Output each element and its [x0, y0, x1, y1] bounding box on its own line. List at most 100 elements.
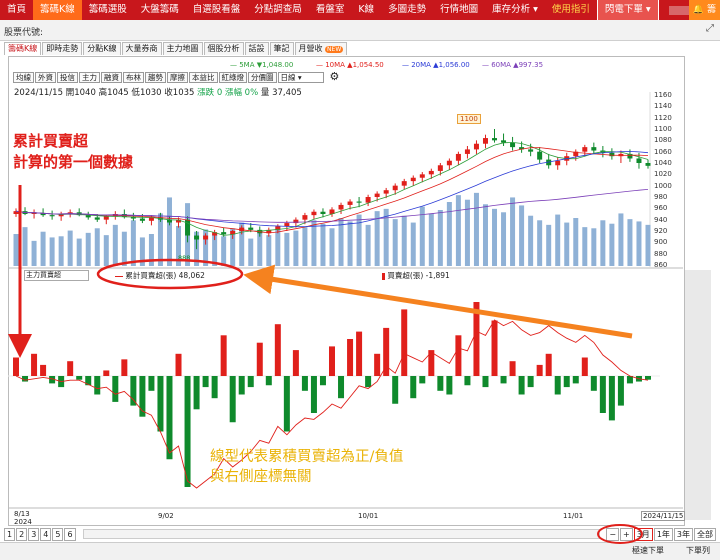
toolbar-btn-2[interactable]: 投信 [57, 72, 78, 83]
toolbar-btn-9[interactable]: 紅綠燈 [218, 72, 247, 83]
nav-item-0[interactable]: 首頁 [0, 0, 33, 20]
subtab-7[interactable]: 筆記 [269, 42, 294, 55]
change-value: 漲跌 0 [197, 88, 223, 98]
page-4[interactable]: 4 [40, 527, 52, 541]
annotation-line-meaning: 線型代表累積買賣超為正/負值 與右側座標無關 [210, 447, 403, 487]
y-tick-1000: 1000 [654, 181, 672, 190]
page-5[interactable]: 5 [52, 527, 64, 541]
nav-item-10[interactable]: 庫存分析 ▾ [485, 0, 545, 20]
toolbar-btn-10[interactable]: 分價圖 [248, 72, 277, 83]
y-tick-1080: 1080 [654, 136, 672, 145]
annotation-bottom-line2: 與右側座標無關 [210, 469, 312, 485]
nav-item-6[interactable]: 看盤室 [309, 0, 352, 20]
toolbar-btn-8[interactable]: 本益比 [189, 72, 218, 83]
nav-item-4[interactable]: 自選股看盤 [186, 0, 248, 20]
page-6[interactable]: 6 [64, 527, 76, 541]
scrollbar[interactable] [82, 529, 601, 539]
range-1y[interactable]: 1年 [653, 527, 673, 541]
daily-legend-label: 買賣超(張) -1,891 [387, 271, 450, 280]
toolbar-btn-4[interactable]: 融資 [101, 72, 122, 83]
quick-order-button[interactable]: 極速下單 [632, 545, 664, 556]
page-1[interactable]: 1 [4, 527, 16, 541]
toolbar-btn-0[interactable]: 均線 [13, 72, 34, 83]
toolbar-btn-7[interactable]: 摩擦 [167, 72, 188, 83]
high-value: 1045 [107, 88, 129, 98]
annotation-line1: 累計買賣超 [13, 132, 89, 150]
period-select[interactable]: 日線 ▾ [277, 72, 324, 83]
range-3y[interactable]: 3年 [673, 527, 693, 541]
subtab-5[interactable]: 個股分析 [203, 42, 244, 55]
subtab-8[interactable]: 月營收 NEW [294, 42, 348, 55]
quote-date: 2024/11/15 [14, 88, 63, 98]
x-first-date: 8/13 2024 [14, 510, 32, 526]
page-2[interactable]: 2 [16, 527, 28, 541]
toolbar-btn-3[interactable]: 主力 [79, 72, 100, 83]
x-label-oct: 10/01 [358, 512, 379, 520]
nav-item-11[interactable]: 使用指引 [545, 0, 597, 20]
y-tick-1100: 1100 [654, 125, 672, 133]
x-label-sep: 9/02 [158, 512, 174, 520]
indicator-select[interactable]: 主力買賣超 [24, 270, 89, 281]
subtab-0[interactable]: 籌碼K線 [4, 42, 42, 55]
gear-icon[interactable]: ⚙ [330, 71, 340, 83]
new-badge: NEW [325, 46, 344, 53]
right-blurred-panel [685, 270, 711, 520]
ma-legend-3: — 60MA ▲997.35 [482, 61, 544, 69]
x-last-date: 2024/11/15 [641, 511, 686, 521]
nav-item-3[interactable]: 大盤籌碼 [134, 0, 186, 20]
pct-value: 漲幅 0% [224, 88, 259, 98]
cum-legend: 累計買賣超(張) 48,062 [115, 270, 205, 281]
toolbar-btn-6[interactable]: 趨勢 [145, 72, 166, 83]
pager-bar: 123456 − + 3月 1年 3年 全部 [0, 527, 720, 541]
y-tick-980: 980 [654, 193, 668, 201]
nav-item-8[interactable]: 多圖走勢 [381, 0, 433, 20]
y-tick-960: 960 [654, 204, 668, 213]
top-nav: 首頁 籌碼K線 籌碼選股 大盤籌碼 自選股看盤 分點調查局 看盤室 K線 多圖走勢 行情地圖 庫存分… [0, 0, 720, 35]
x-label-nov: 11/01 [563, 512, 584, 520]
quote-line: 2024/11/15 開1040 高1045 低1030 收1035 漲跌 0 … [14, 86, 302, 98]
y-tick-900: 900 [654, 238, 668, 247]
toolbar-btn-1[interactable]: 外資 [35, 72, 56, 83]
close-value: 1035 [172, 88, 195, 98]
y-tick-1040: 1040 [654, 159, 672, 167]
subtab-3[interactable]: 大量券商 [121, 42, 162, 55]
blurred-account [668, 5, 689, 15]
nav-item-9[interactable]: 行情地圖 [433, 0, 485, 20]
low-value: 1030 [139, 88, 162, 98]
order-row-button[interactable]: 下單列 [686, 545, 710, 556]
open-value: 1040 [74, 88, 96, 98]
subtab-2[interactable]: 分點K線 [83, 42, 121, 55]
nav-item-1[interactable]: 籌碼K線 [33, 0, 82, 20]
order-bar: 極速下單 下單列 [0, 542, 720, 560]
subtab-1[interactable]: 即時走勢 [42, 42, 83, 55]
page-3[interactable]: 3 [28, 527, 40, 541]
stock-code-label: 股票代號: [4, 28, 44, 38]
low-label: 低 [131, 88, 140, 98]
page-buttons: 123456 [4, 527, 77, 541]
x-first-day: 8/13 [14, 510, 30, 518]
nav-item-5[interactable]: 分點調查局 [247, 0, 309, 20]
zoom-out-button[interactable]: − [606, 527, 620, 541]
zoom-in-button[interactable]: + [620, 527, 633, 541]
bell-button[interactable]: 🔔 籌碼 [688, 0, 720, 35]
open-label: 開 [65, 88, 75, 98]
y-tick-1060: 1060 [654, 147, 672, 156]
subtab-6[interactable]: 話設 [244, 42, 269, 55]
high-label: 高 [98, 88, 108, 98]
nav-item-7[interactable]: K線 [351, 0, 381, 20]
annotation-line2: 計算的第一個數據 [13, 153, 134, 171]
subtab-4[interactable]: 主力地圖 [162, 42, 203, 55]
range-all[interactable]: 全部 [694, 527, 716, 541]
y-tick-1020: 1020 [654, 170, 672, 179]
y-tick-880: 880 [654, 249, 668, 258]
ma-legend-2: — 20MA ▲1,056.00 [402, 61, 470, 69]
range-3m[interactable]: 3月 [633, 527, 653, 541]
nav-item-2[interactable]: 籌碼選股 [82, 0, 134, 20]
toolbar-btn-5[interactable]: 布林 [123, 72, 144, 83]
indicator-select-value: 主力買賣超 [26, 271, 61, 279]
ma-legend-1: — 10MA ▲1,054.50 [316, 61, 384, 69]
expand-icon[interactable]: ⤢ [706, 23, 714, 34]
daily-legend: 買賣超(張) -1,891 [382, 270, 450, 281]
price-low-label: 888 [178, 254, 190, 262]
nav-item-12[interactable]: 閃電下單 ▾ [596, 0, 659, 20]
